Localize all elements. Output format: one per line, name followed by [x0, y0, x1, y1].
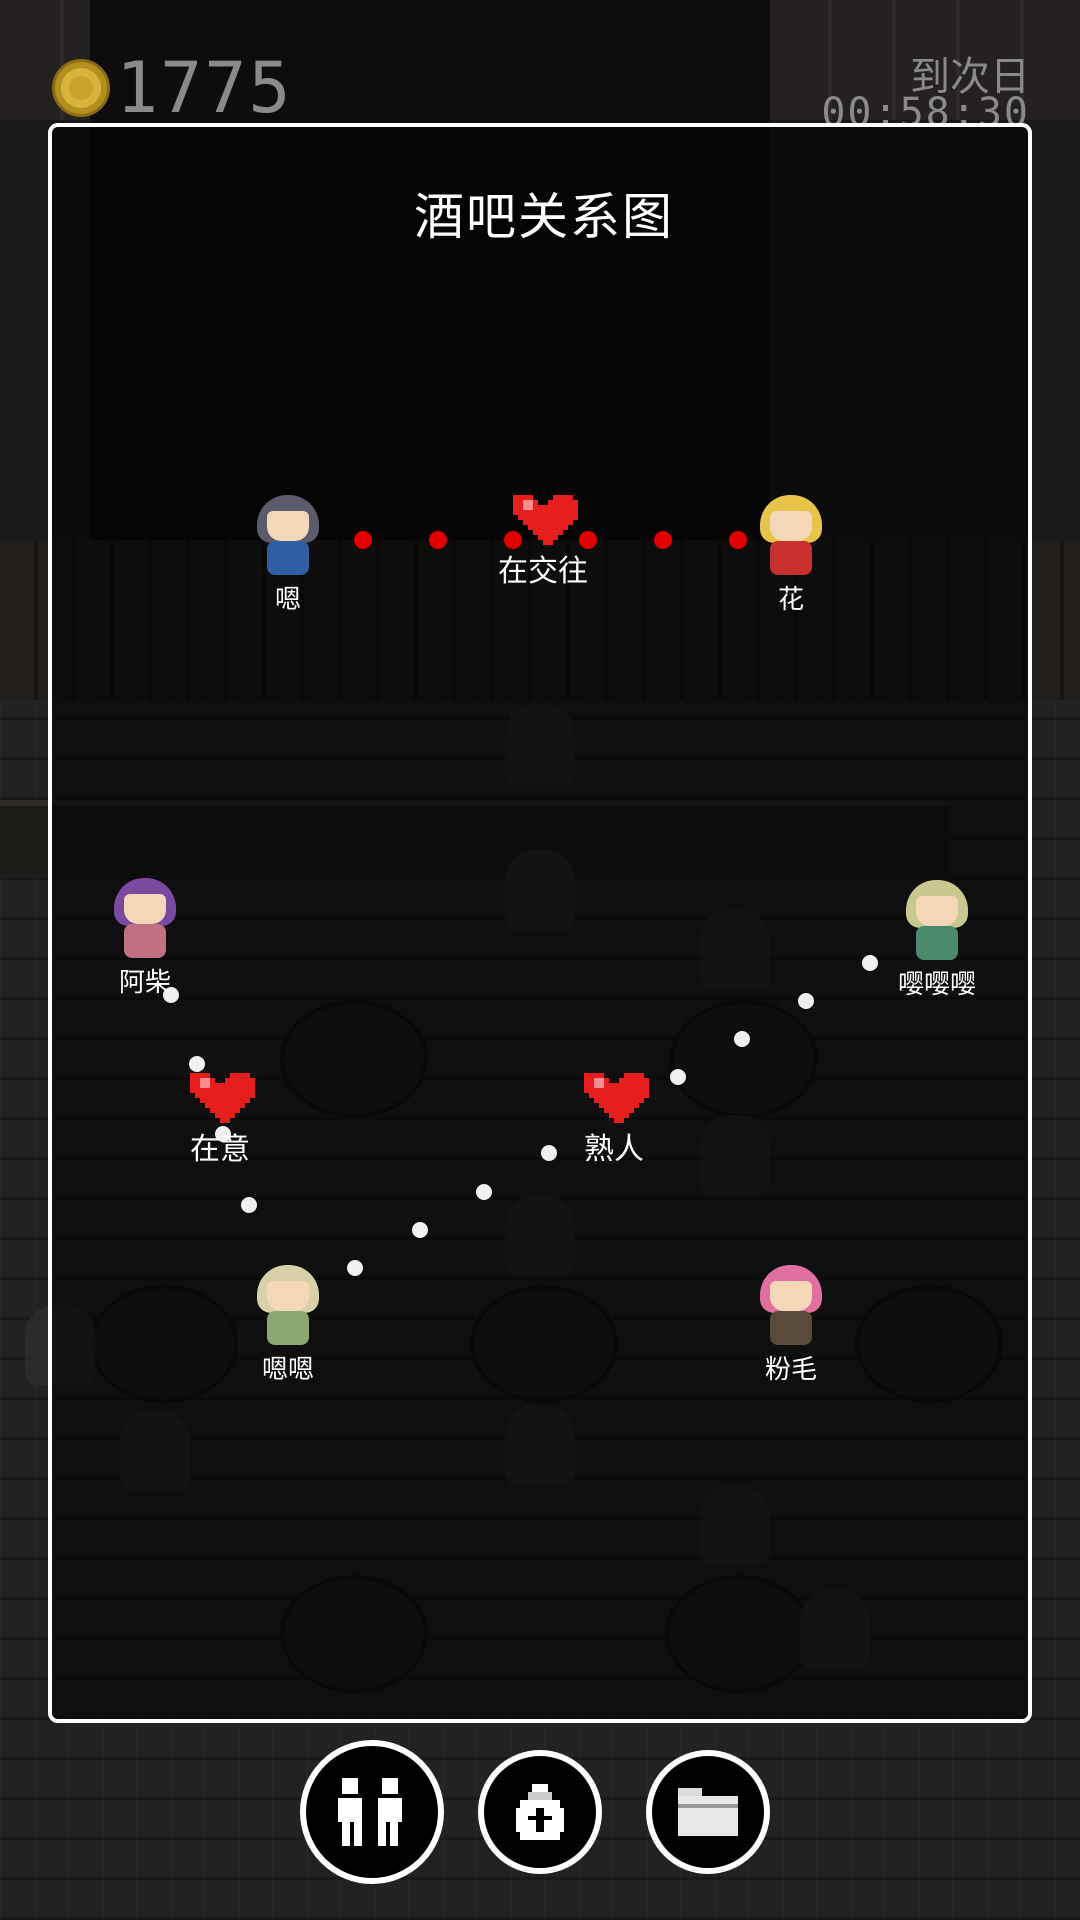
edge-dot — [798, 993, 814, 1009]
character-avatar — [253, 495, 323, 577]
character-name: 花 — [777, 585, 804, 615]
money-bag-icon — [516, 1784, 564, 1840]
edge-dot — [347, 1260, 363, 1276]
heart-icon — [185, 1068, 255, 1128]
character-body — [267, 1311, 309, 1345]
edge-dot — [729, 531, 747, 549]
edge-dot — [734, 1031, 750, 1047]
character-face — [770, 1281, 812, 1311]
character-body — [916, 926, 958, 960]
character-name: 粉毛 — [764, 1355, 817, 1385]
character-body — [124, 924, 166, 958]
relation-text: 在意 — [190, 1132, 250, 1167]
relation-text: 在交往 — [498, 554, 588, 589]
character-avatar — [756, 1265, 826, 1347]
character-avatar — [110, 878, 180, 960]
folder-icon — [678, 1788, 738, 1836]
character-avatar — [902, 880, 972, 962]
character-node[interactable]: 嘤嘤嘤 — [892, 880, 982, 1001]
character-name: 嗯嗯 — [261, 1355, 314, 1385]
edge-dot — [476, 1184, 492, 1200]
character-avatar — [253, 1265, 323, 1347]
relation-label-dating: 在交往 — [473, 490, 613, 590]
heart-icon — [508, 490, 578, 550]
files-button[interactable] — [646, 1750, 770, 1874]
character-name: 嘤嘤嘤 — [897, 970, 976, 1000]
money-button[interactable] — [478, 1750, 602, 1874]
game-scene: 1775 到次日 00:58:30 酒吧关系图 在交往 在意 熟人 嗯 花 阿柴… — [0, 0, 1080, 1920]
edge-dot — [354, 531, 372, 549]
character-face — [916, 896, 958, 926]
character-face — [267, 511, 309, 541]
character-body — [770, 541, 812, 575]
character-node[interactable]: 嗯 — [243, 495, 333, 616]
relationship-button[interactable] — [300, 1740, 444, 1884]
character-name: 嗯 — [274, 585, 301, 615]
relation-label-acquaintance: 熟人 — [544, 1068, 684, 1168]
character-face — [267, 1281, 309, 1311]
character-face — [124, 894, 166, 924]
relation-label-caring: 在意 — [150, 1068, 290, 1168]
heart-icon — [579, 1068, 649, 1128]
relation-text: 熟人 — [584, 1132, 644, 1167]
edge-dot — [241, 1197, 257, 1213]
edge-dot — [654, 531, 672, 549]
character-node[interactable]: 粉毛 — [746, 1265, 836, 1386]
people-icon — [338, 1778, 402, 1846]
character-face — [770, 511, 812, 541]
edge-dot — [412, 1222, 428, 1238]
character-name: 阿柴 — [118, 968, 171, 998]
edge-dot — [429, 531, 447, 549]
character-node[interactable]: 花 — [746, 495, 836, 616]
character-avatar — [756, 495, 826, 577]
character-body — [267, 541, 309, 575]
character-node[interactable]: 嗯嗯 — [243, 1265, 333, 1386]
character-body — [770, 1311, 812, 1345]
edge-dot — [862, 955, 878, 971]
character-node[interactable]: 阿柴 — [100, 878, 190, 999]
